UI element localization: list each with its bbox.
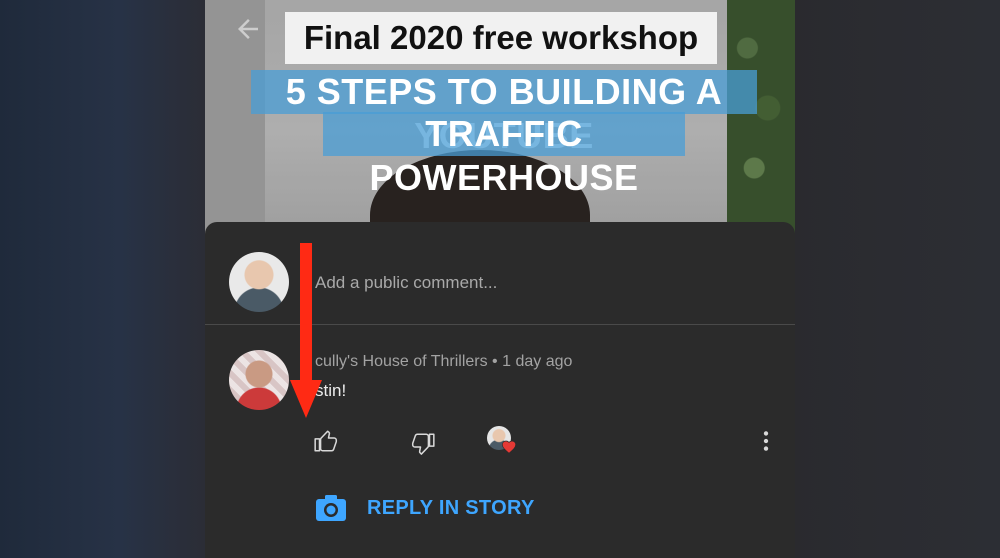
thumbs-down-icon[interactable] — [410, 431, 436, 457]
comment-text: stin! — [315, 381, 347, 400]
comments-sheet: cully's House of Thrillers • 1 day ago s… — [205, 222, 795, 558]
divider — [205, 324, 795, 325]
comment-time: 1 day ago — [502, 353, 573, 370]
current-user-avatar — [229, 252, 289, 312]
thumbs-up-icon[interactable] — [313, 428, 339, 454]
reply-in-story-label: REPLY IN STORY — [367, 496, 535, 519]
video-player[interactable]: Final 2020 free workshop 5 STEPS TO BUIL… — [205, 0, 795, 240]
creator-heart-badge — [487, 426, 519, 458]
back-arrow-icon[interactable] — [233, 14, 263, 44]
meta-separator: • — [492, 353, 498, 370]
more-vert-icon[interactable] — [753, 428, 779, 454]
commenter-avatar[interactable] — [229, 350, 289, 410]
camera-icon — [315, 493, 347, 523]
video-title-line-1: Final 2020 free workshop — [285, 12, 717, 64]
heart-icon — [501, 439, 517, 455]
video-title-line-2: 5 STEPS TO BUILDING A YOUTUBE — [251, 70, 757, 156]
video-title-line-3: TRAFFIC POWERHOUSE — [323, 112, 685, 198]
phone-screen: Final 2020 free workshop 5 STEPS TO BUIL… — [205, 0, 795, 558]
comment-author[interactable]: cully's House of Thrillers — [315, 353, 488, 370]
comment-meta: cully's House of Thrillers • 1 day ago — [315, 352, 572, 372]
add-comment-input[interactable] — [315, 272, 615, 294]
reply-in-story-button[interactable]: REPLY IN STORY — [315, 492, 535, 524]
